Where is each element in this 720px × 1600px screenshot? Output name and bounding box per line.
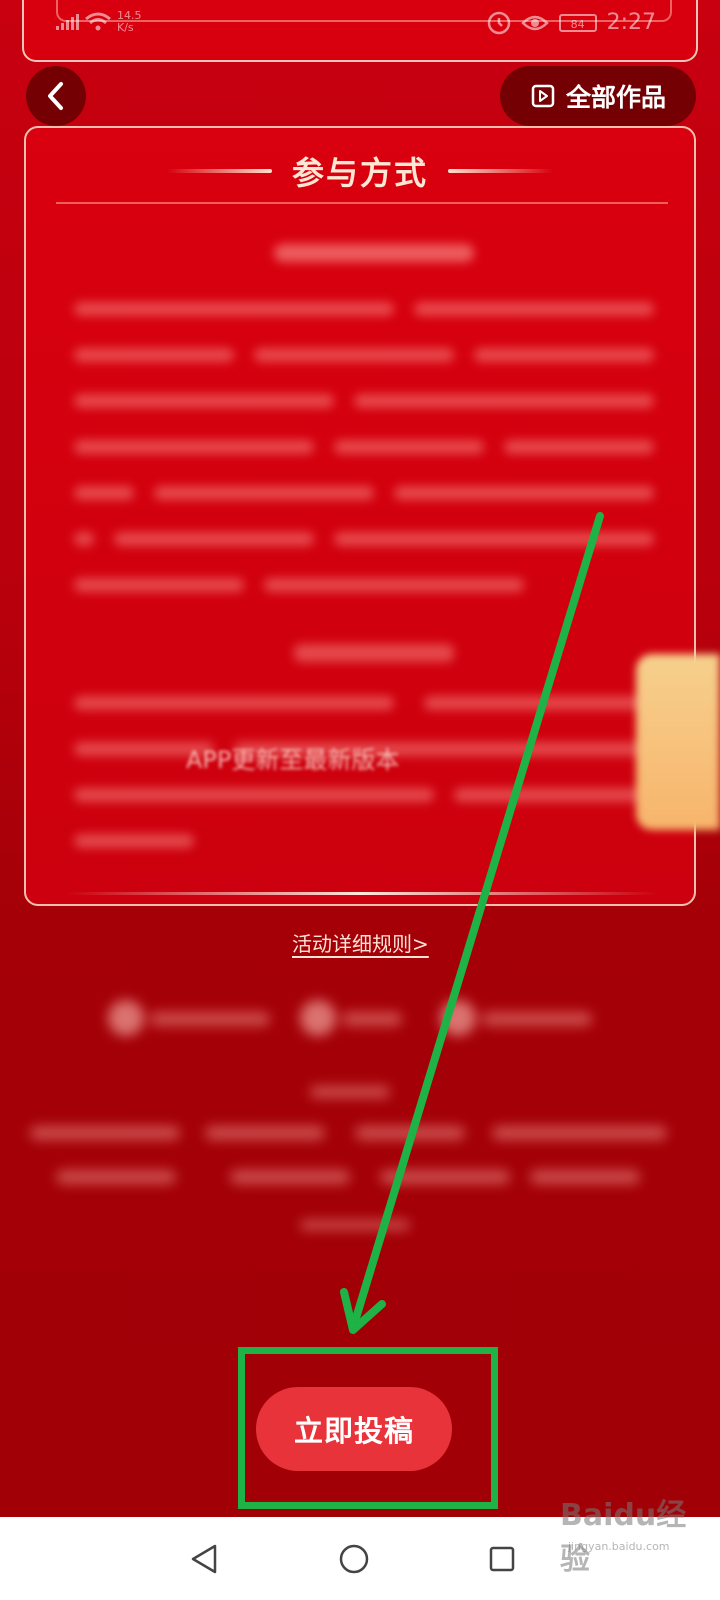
- annotation-highlight-box: [238, 1347, 498, 1509]
- nav-back-button[interactable]: [176, 1531, 232, 1587]
- watermark-url: jingyan.baidu.com: [568, 1540, 670, 1553]
- baidu-jingyan-watermark: Baidu经验 jingyan.baidu.com: [560, 1490, 710, 1577]
- circle-home-icon: [339, 1544, 369, 1574]
- nav-home-button[interactable]: [326, 1531, 382, 1587]
- nav-recents-button[interactable]: [474, 1531, 530, 1587]
- watermark-logo: Baidu经验: [560, 1498, 687, 1577]
- square-recents-icon: [489, 1546, 515, 1572]
- triangle-back-icon: [191, 1544, 217, 1574]
